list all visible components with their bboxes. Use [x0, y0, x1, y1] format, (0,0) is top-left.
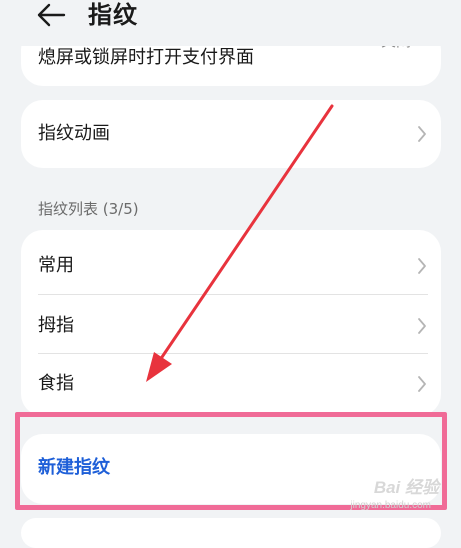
page-title-top: 指纹	[88, 1, 138, 29]
fingerprint-item[interactable]: 常用	[21, 237, 441, 295]
fingerprint-list-card: 常用 拇指 食指	[21, 230, 441, 416]
chevron-right-icon	[418, 318, 426, 334]
chevron-right-icon	[418, 258, 426, 274]
divider	[38, 294, 428, 295]
fingerprint-item[interactable]: 食指	[21, 356, 441, 414]
chevron-right-icon	[418, 376, 426, 392]
fingerprint-list-header: 指纹列表 (3/5)	[38, 200, 139, 218]
screen-off-pay-label: 熄屏或锁屏时打开支付界面	[38, 47, 254, 68]
back-arrow-icon-top[interactable]	[36, 2, 66, 28]
next-card-peek	[21, 518, 441, 548]
fingerprint-item-label: 常用	[38, 255, 74, 276]
fingerprint-animation-label: 指纹动画	[38, 123, 110, 144]
baidu-watermark: Bai 经验	[373, 478, 439, 497]
chevron-right-icon	[418, 126, 426, 142]
divider	[38, 353, 428, 354]
baidu-watermark-url: jingyan.baidu.com	[350, 500, 431, 511]
animation-card: 指纹动画	[21, 100, 441, 168]
fingerprint-item-label: 食指	[38, 373, 74, 394]
fingerprint-animation-row[interactable]: 指纹动画	[21, 105, 441, 163]
fingerprint-item-label: 拇指	[38, 315, 74, 336]
fingerprint-item[interactable]: 拇指	[21, 297, 441, 355]
header-background	[0, 0, 461, 46]
